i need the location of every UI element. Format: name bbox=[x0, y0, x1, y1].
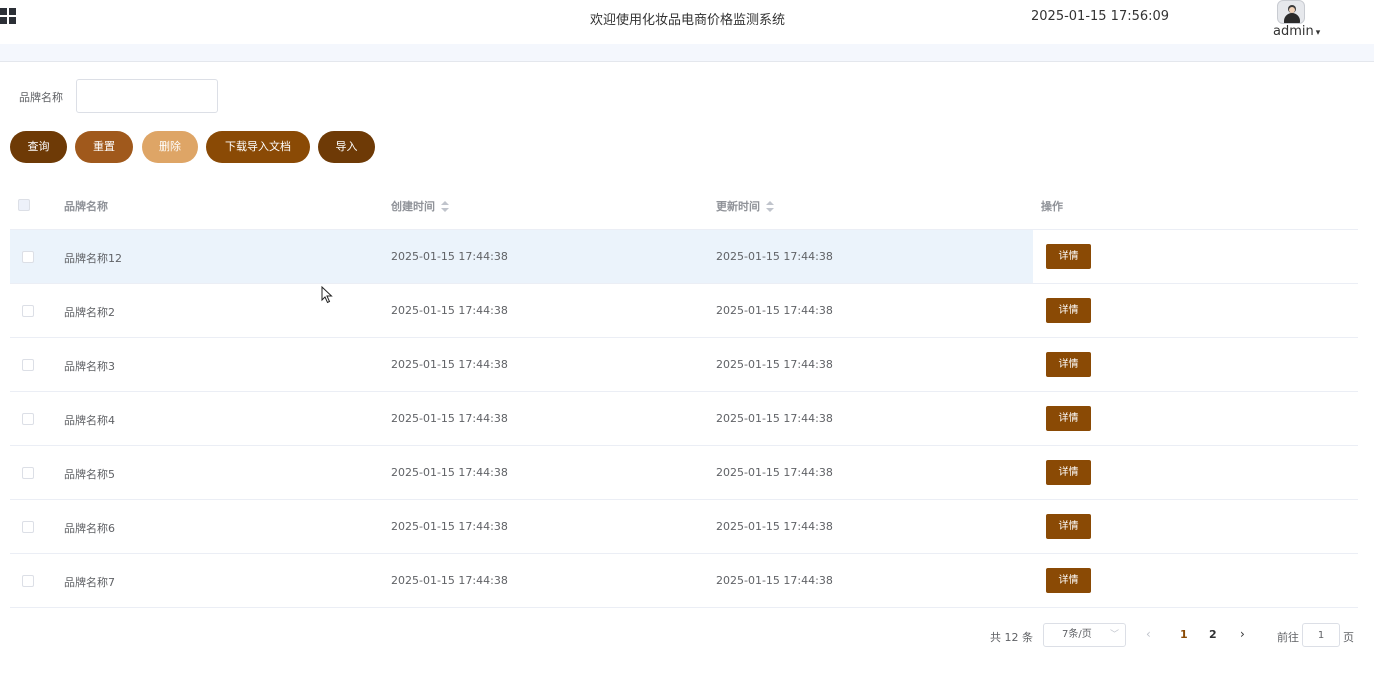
column-actions: 操作 bbox=[1041, 200, 1063, 213]
chevron-down-icon: ▾ bbox=[1315, 28, 1321, 38]
updated-time-cell: 2025-01-15 17:44:38 bbox=[716, 412, 833, 425]
tags-bar bbox=[0, 44, 1374, 62]
detail-button[interactable]: 详情 bbox=[1046, 460, 1091, 485]
column-updated-time[interactable]: 更新时间 bbox=[716, 198, 774, 214]
goto-prefix: 前往 bbox=[1277, 631, 1299, 644]
delete-button[interactable]: 删除 bbox=[142, 131, 198, 163]
brand-name-cell: 品牌名称5 bbox=[64, 468, 115, 481]
table-row[interactable]: 品牌名称12 2025-01-15 17:44:38 2025-01-15 17… bbox=[10, 230, 1358, 284]
detail-button[interactable]: 详情 bbox=[1046, 298, 1091, 323]
updated-time-cell: 2025-01-15 17:44:38 bbox=[716, 358, 833, 371]
detail-button[interactable]: 详情 bbox=[1046, 244, 1091, 269]
grid-menu-icon[interactable] bbox=[0, 8, 16, 24]
row-checkbox[interactable] bbox=[22, 305, 34, 317]
username: admin bbox=[1273, 24, 1314, 39]
action-cell: 详情 bbox=[1033, 338, 1358, 391]
mouse-cursor-icon bbox=[321, 286, 333, 304]
row-checkbox[interactable] bbox=[22, 251, 34, 263]
query-button[interactable]: 查询 bbox=[10, 131, 67, 163]
brand-name-cell: 品牌名称6 bbox=[64, 522, 115, 535]
updated-time-cell: 2025-01-15 17:44:38 bbox=[716, 304, 833, 317]
chevron-down-icon: ﹀ bbox=[1109, 630, 1119, 640]
action-cell: 详情 bbox=[1033, 392, 1358, 445]
reset-button[interactable]: 重置 bbox=[75, 131, 133, 163]
created-time-cell: 2025-01-15 17:44:38 bbox=[391, 250, 508, 263]
row-checkbox[interactable] bbox=[22, 467, 34, 479]
table-header: 品牌名称 创建时间 更新时间 操作 bbox=[10, 180, 1358, 230]
sort-icon[interactable] bbox=[766, 201, 774, 213]
sort-icon[interactable] bbox=[441, 201, 449, 213]
detail-button[interactable]: 详情 bbox=[1046, 568, 1091, 593]
column-created-time[interactable]: 创建时间 bbox=[391, 198, 449, 214]
goto-suffix: 页 bbox=[1343, 631, 1354, 644]
page-2-button[interactable]: 2 bbox=[1209, 628, 1217, 641]
detail-button[interactable]: 详情 bbox=[1046, 352, 1091, 377]
created-time-cell: 2025-01-15 17:44:38 bbox=[391, 466, 508, 479]
row-checkbox[interactable] bbox=[22, 521, 34, 533]
brand-name-cell: 品牌名称3 bbox=[64, 360, 115, 373]
next-page-button[interactable]: › bbox=[1240, 627, 1245, 641]
updated-time-cell: 2025-01-15 17:44:38 bbox=[716, 574, 833, 587]
created-time-cell: 2025-01-15 17:44:38 bbox=[391, 358, 508, 371]
select-all-checkbox[interactable] bbox=[18, 199, 30, 211]
brand-name-cell: 品牌名称12 bbox=[64, 252, 122, 265]
column-created-label: 创建时间 bbox=[391, 200, 435, 213]
updated-time-cell: 2025-01-15 17:44:38 bbox=[716, 466, 833, 479]
detail-button[interactable]: 详情 bbox=[1046, 406, 1091, 431]
table-row[interactable]: 品牌名称4 2025-01-15 17:44:38 2025-01-15 17:… bbox=[10, 392, 1358, 446]
action-cell: 详情 bbox=[1033, 554, 1358, 607]
pagination-total: 共 12 条 bbox=[990, 631, 1033, 644]
table-row[interactable]: 品牌名称2 2025-01-15 17:44:38 2025-01-15 17:… bbox=[10, 284, 1358, 338]
brand-name-label: 品牌名称 bbox=[19, 91, 63, 104]
app-title: 欢迎使用化妆品电商价格监测系统 bbox=[590, 13, 786, 28]
column-updated-label: 更新时间 bbox=[716, 200, 760, 213]
action-cell: 详情 bbox=[1033, 230, 1358, 283]
created-time-cell: 2025-01-15 17:44:38 bbox=[391, 304, 508, 317]
action-cell: 详情 bbox=[1033, 284, 1358, 337]
table-row[interactable]: 品牌名称3 2025-01-15 17:44:38 2025-01-15 17:… bbox=[10, 338, 1358, 392]
page-size-select[interactable]: 7条/页 ﹀ bbox=[1043, 623, 1126, 647]
row-checkbox[interactable] bbox=[22, 575, 34, 587]
row-checkbox[interactable] bbox=[22, 413, 34, 425]
top-bar: 欢迎使用化妆品电商价格监测系统 2025-01-15 17:56:09 admi… bbox=[0, 0, 1374, 44]
avatar[interactable] bbox=[1277, 0, 1305, 24]
updated-time-cell: 2025-01-15 17:44:38 bbox=[716, 250, 833, 263]
goto-page-input[interactable] bbox=[1302, 623, 1340, 647]
column-brand-name: 品牌名称 bbox=[64, 200, 108, 213]
user-menu[interactable]: admin ▾ bbox=[1273, 24, 1320, 39]
brand-name-input[interactable] bbox=[76, 79, 218, 113]
brand-name-cell: 品牌名称4 bbox=[64, 414, 115, 427]
row-checkbox[interactable] bbox=[22, 359, 34, 371]
created-time-cell: 2025-01-15 17:44:38 bbox=[391, 520, 508, 533]
table-row[interactable]: 品牌名称6 2025-01-15 17:44:38 2025-01-15 17:… bbox=[10, 500, 1358, 554]
import-button[interactable]: 导入 bbox=[318, 131, 375, 163]
page-1-button[interactable]: 1 bbox=[1180, 628, 1188, 641]
action-cell: 详情 bbox=[1033, 500, 1358, 553]
prev-page-button[interactable]: ‹ bbox=[1146, 627, 1151, 641]
detail-button[interactable]: 详情 bbox=[1046, 514, 1091, 539]
created-time-cell: 2025-01-15 17:44:38 bbox=[391, 412, 508, 425]
brand-name-cell: 品牌名称7 bbox=[64, 576, 115, 589]
action-cell: 详情 bbox=[1033, 446, 1358, 499]
download-import-doc-button[interactable]: 下载导入文档 bbox=[206, 131, 310, 163]
current-datetime: 2025-01-15 17:56:09 bbox=[1031, 9, 1170, 24]
table-row[interactable]: 品牌名称7 2025-01-15 17:44:38 2025-01-15 17:… bbox=[10, 554, 1358, 608]
updated-time-cell: 2025-01-15 17:44:38 bbox=[716, 520, 833, 533]
brand-name-cell: 品牌名称2 bbox=[64, 306, 115, 319]
table-row[interactable]: 品牌名称5 2025-01-15 17:44:38 2025-01-15 17:… bbox=[10, 446, 1358, 500]
page-size-value: 7条/页 bbox=[1062, 629, 1092, 640]
created-time-cell: 2025-01-15 17:44:38 bbox=[391, 574, 508, 587]
